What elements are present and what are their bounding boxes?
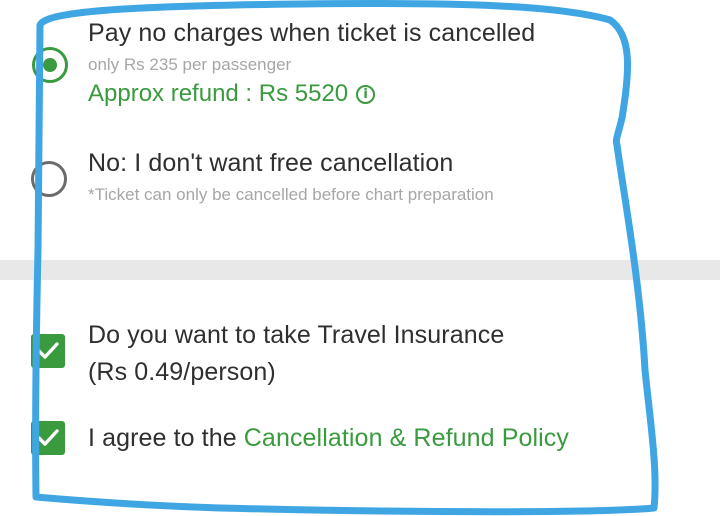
refund-policy-link[interactable]: Cancellation & Refund Policy [244, 424, 569, 452]
refund-amount: Approx refund : Rs 5520 [88, 80, 349, 107]
insurance-checkbox[interactable] [31, 334, 65, 368]
refund-row: Approx refund : Rs 5520 i [88, 80, 376, 108]
agreement-checkbox[interactable] [31, 421, 65, 455]
info-icon[interactable]: i [356, 84, 376, 104]
agreement-prefix: I agree to the [88, 424, 244, 452]
insurance-price: (Rs 0.49/person) [88, 358, 276, 386]
insurance-question: Do you want to take Travel Insurance [88, 321, 505, 349]
no-cancellation-title: No: I don't want free cancellation [88, 149, 454, 177]
no-cancellation-radio[interactable] [31, 161, 67, 197]
free-cancellation-radio[interactable] [32, 47, 68, 83]
free-cancellation-title: Pay no charges when ticket is cancelled [88, 19, 536, 47]
chart-preparation-note: *Ticket can only be cancelled before cha… [88, 185, 494, 204]
checkmark-icon [37, 342, 59, 359]
agreement-text: I agree to the Cancellation & Refund Pol… [88, 424, 569, 453]
checkmark-icon [37, 429, 59, 446]
section-divider [0, 260, 720, 280]
price-note: only Rs 235 per passenger [88, 55, 292, 74]
insurance-text: Do you want to take Travel Insurance (Rs… [88, 317, 504, 391]
